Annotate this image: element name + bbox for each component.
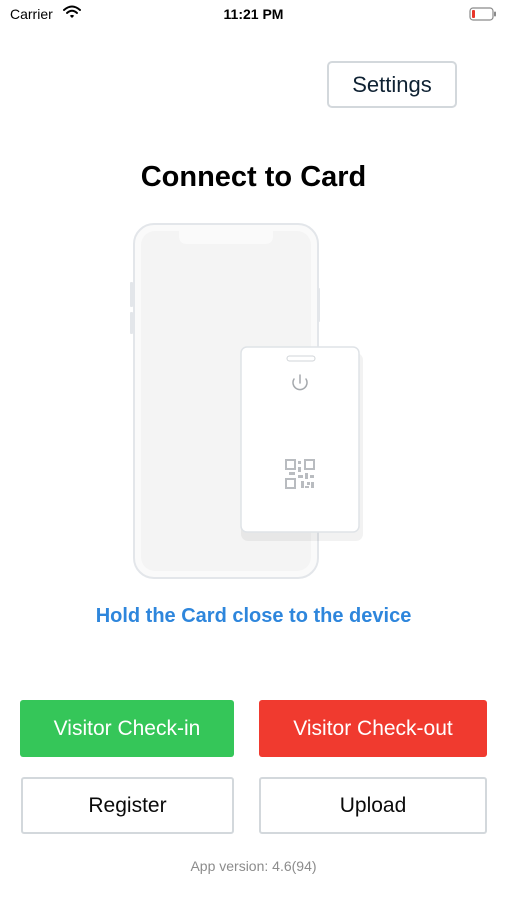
register-button[interactable]: Register [21, 777, 234, 834]
upload-button[interactable]: Upload [259, 777, 487, 834]
battery-low-icon [469, 7, 497, 26]
visitor-checkin-button[interactable]: Visitor Check-in [20, 700, 234, 757]
app-version: App version: 4.6(94) [190, 858, 317, 874]
settings-button[interactable]: Settings [327, 61, 457, 108]
status-bar: Carrier 11:21 PM [0, 0, 507, 30]
card-icon [240, 346, 363, 541]
connect-illustration [125, 220, 370, 590]
visitor-checkout-button[interactable]: Visitor Check-out [259, 700, 487, 757]
clock: 11:21 PM [223, 6, 284, 22]
hold-card-hint: Hold the Card close to the device [95, 605, 412, 627]
page-title: Connect to Card [140, 161, 367, 193]
